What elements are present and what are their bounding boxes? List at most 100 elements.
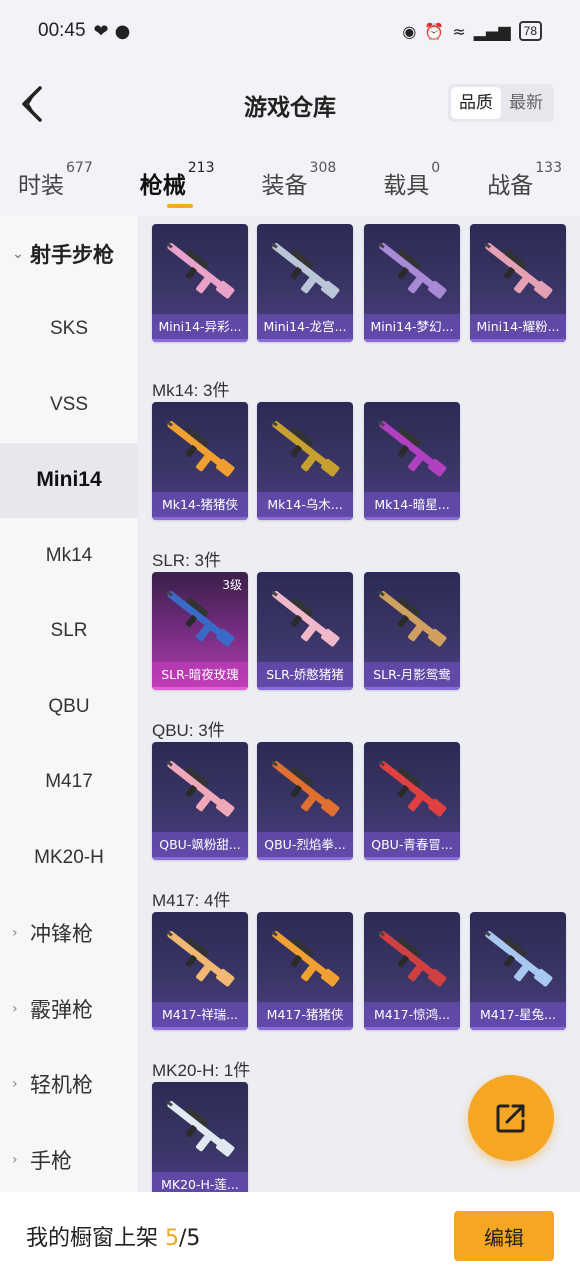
section-title: M417: 4件 — [152, 891, 231, 910]
battery-indicator: 78 — [518, 21, 542, 41]
status-bar: 00:45 ❤ ● ◉ ⏰ ≈ ▂▄▆ 78 — [0, 0, 580, 62]
sidebar-item-8[interactable]: MK20-H — [0, 820, 138, 896]
section-title: QBU: 3件 — [152, 721, 225, 740]
weapon-name: M417-惊鸿... — [364, 1002, 460, 1030]
message-icon: ● — [114, 20, 131, 42]
sort-toggle: 品质 最新 — [448, 84, 554, 122]
sidebar-item-2[interactable]: VSS — [0, 367, 138, 443]
rifle-icon — [166, 1100, 235, 1157]
weapon-card[interactable]: M417-猪猪侠 — [257, 912, 353, 1030]
weapon-card[interactable]: Mk14-暗星... — [364, 402, 460, 520]
weapon-name: Mini14-耀粉... — [470, 314, 566, 342]
rifle-icon — [166, 760, 235, 817]
tab-equipment[interactable]: 装备308 — [262, 146, 337, 216]
weapon-name: MK20-H-莲... — [152, 1172, 248, 1192]
rifle-icon — [271, 760, 340, 817]
weapon-name: M417-祥瑞... — [152, 1002, 248, 1030]
category-tabs: 时装677 枪械213 装备308 载具0 战备133 — [0, 146, 580, 216]
rifle-icon — [378, 760, 447, 817]
sidebar-item-5[interactable]: SLR — [0, 594, 138, 670]
sidebar-item-6[interactable]: QBU — [0, 669, 138, 745]
weapon-card[interactable]: Mini14-异彩... — [152, 224, 248, 342]
weapon-card[interactable]: QBU-飒粉甜... — [152, 742, 248, 860]
rifle-icon — [378, 420, 447, 477]
weapon-name: Mini14-龙宫... — [257, 314, 353, 342]
weapon-name: Mk14-猪猪侠 — [152, 492, 248, 520]
weapon-card[interactable]: Mini14-梦幻... — [364, 224, 460, 342]
share-icon — [496, 1104, 525, 1133]
sidebar-item-10[interactable]: › 霰弹枪 — [0, 971, 138, 1047]
weapon-card[interactable]: SLR-月影鸳鸯 — [364, 572, 460, 690]
heart-shield-icon: ❤ — [93, 20, 109, 42]
chevron-right-icon: › — [12, 925, 18, 942]
weapon-name: Mini14-梦幻... — [364, 314, 460, 342]
weapon-grid: Mini14-异彩... Mini14-龙宫... Mini14-梦幻... Mini… — [138, 216, 580, 1192]
sidebar-item-7[interactable]: M417 — [0, 745, 138, 821]
weapon-name: Mini14-异彩... — [152, 314, 248, 342]
alarm-icon: ⏰ — [424, 21, 445, 41]
showcase-status: 我的橱窗上架 5/5 — [26, 1226, 201, 1251]
section-title: MK20-H: 1件 — [152, 1061, 251, 1080]
weapon-name: QBU-飒粉甜... — [152, 832, 248, 860]
weapon-name: QBU-青春冒... — [364, 832, 460, 860]
rifle-icon — [484, 930, 553, 987]
tab-weapons[interactable]: 枪械213 — [140, 146, 215, 216]
level-badge: 3级 — [222, 578, 242, 592]
sidebar-item-1[interactable]: SKS — [0, 292, 138, 368]
chevron-right-icon: › — [12, 1151, 18, 1168]
sort-latest-button[interactable]: 最新 — [501, 87, 551, 119]
sidebar-item-0[interactable]: ⌄ 射手步枪 — [0, 216, 138, 292]
weapon-name: SLR-娇憨猪猪 — [257, 662, 353, 690]
bottom-bar: 我的橱窗上架 5/5 编辑 — [0, 1192, 580, 1280]
eye-icon: ◉ — [402, 21, 417, 41]
weapon-name: QBU-烈焰拳... — [257, 832, 353, 860]
weapon-type-sidebar: ⌄ 射手步枪 SKS VSS Mini14 Mk14 SLR QBU M417 MK20-H › 冲锋… — [0, 216, 138, 1196]
sidebar-item-11[interactable]: › 轻机枪 — [0, 1047, 138, 1123]
weapon-name: M417-星兔... — [470, 1002, 566, 1030]
section-title: Mk14: 3件 — [152, 381, 230, 400]
rifle-icon — [166, 242, 235, 299]
share-button[interactable] — [468, 1075, 554, 1161]
chevron-down-icon: ⌄ — [12, 245, 24, 262]
weapon-card[interactable]: QBU-青春冒... — [364, 742, 460, 860]
weapon-name: SLR-暗夜玫瑰 — [152, 662, 248, 690]
edit-button[interactable]: 编辑 — [454, 1211, 554, 1261]
status-time: 00:45 — [38, 20, 86, 41]
weapon-name: Mk14-乌木... — [257, 492, 353, 520]
weapon-name: SLR-月影鸳鸯 — [364, 662, 460, 690]
rifle-icon — [378, 590, 447, 647]
rifle-icon — [166, 930, 235, 987]
weapon-card[interactable]: Mk14-猪猪侠 — [152, 402, 248, 520]
tab-supplies[interactable]: 战备133 — [487, 146, 562, 216]
sidebar-item-3[interactable]: Mini14 — [0, 442, 138, 518]
tab-costume[interactable]: 时装677 — [18, 146, 93, 216]
chevron-right-icon: › — [12, 1076, 18, 1093]
weapon-card[interactable]: Mini14-龙宫... — [257, 224, 353, 342]
weapon-card[interactable]: QBU-烈焰拳... — [257, 742, 353, 860]
rifle-icon — [484, 242, 553, 299]
rifle-icon — [271, 590, 340, 647]
weapon-card[interactable]: 3级 SLR-暗夜玫瑰 — [152, 572, 248, 690]
wifi-icon: ≈ — [452, 21, 466, 41]
sidebar-item-9[interactable]: › 冲锋枪 — [0, 896, 138, 972]
weapon-card[interactable]: SLR-娇憨猪猪 — [257, 572, 353, 690]
weapon-card[interactable]: MK20-H-莲... — [152, 1082, 248, 1192]
weapon-card[interactable]: M417-星兔... — [470, 912, 566, 1030]
rifle-icon — [378, 242, 447, 299]
weapon-name: M417-猪猪侠 — [257, 1002, 353, 1030]
weapon-card[interactable]: M417-惊鸿... — [364, 912, 460, 1030]
sidebar-item-12[interactable]: › 手枪 — [0, 1122, 138, 1198]
weapon-card[interactable]: Mk14-乌木... — [257, 402, 353, 520]
chevron-right-icon: › — [12, 1000, 18, 1017]
sidebar-item-4[interactable]: Mk14 — [0, 518, 138, 594]
rifle-icon — [166, 420, 235, 477]
rifle-icon — [271, 930, 340, 987]
rifle-icon — [378, 930, 447, 987]
weapon-card[interactable]: Mini14-耀粉... — [470, 224, 566, 342]
sort-quality-button[interactable]: 品质 — [451, 87, 501, 119]
signal-icon: ▂▄▆ — [473, 21, 511, 41]
rifle-icon — [271, 420, 340, 477]
rifle-icon — [271, 242, 340, 299]
weapon-card[interactable]: M417-祥瑞... — [152, 912, 248, 1030]
tab-vehicles[interactable]: 载具0 — [383, 146, 440, 216]
